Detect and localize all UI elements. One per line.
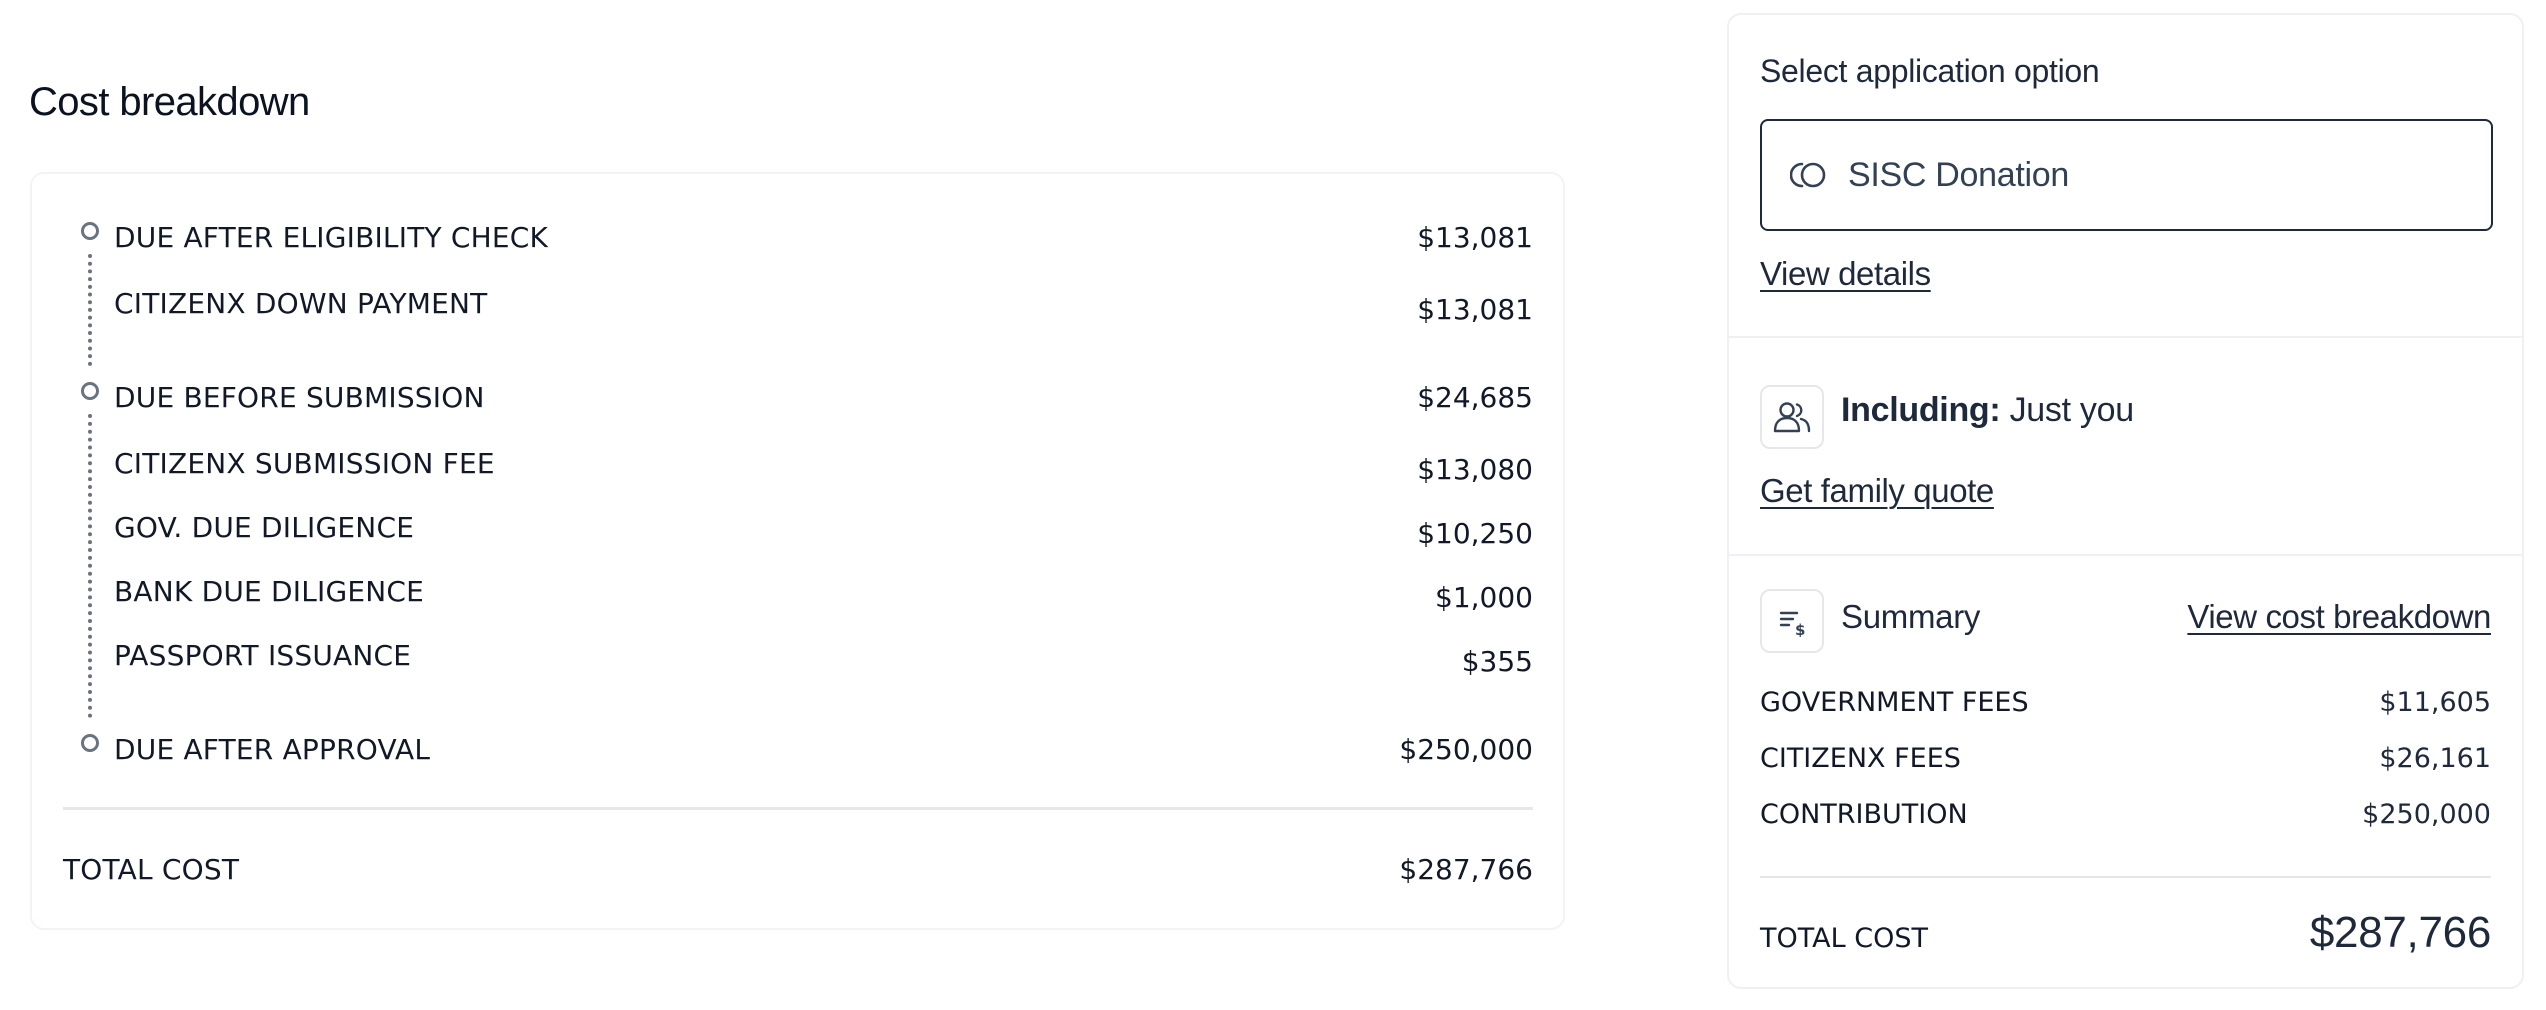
summary-total-value: $287,766 [2309, 908, 2491, 957]
timeline-connector [88, 254, 92, 366]
group-value: $13,081 [1417, 221, 1533, 254]
summary-row-label: CITIZENX FEES [1760, 743, 1961, 774]
summary-row-value: $11,605 [2379, 687, 2491, 718]
line-item-label: CITIZENX SUBMISSION FEE [114, 447, 495, 480]
select-option-title: Select application option [1760, 53, 2100, 89]
group-label: DUE AFTER APPROVAL [114, 733, 431, 766]
line-item-value: $13,081 [1417, 293, 1533, 326]
timeline-node [81, 734, 99, 752]
summary-row-label: CONTRIBUTION [1760, 799, 1968, 830]
timeline-connector [88, 414, 92, 718]
divider [1760, 876, 2491, 878]
summary-row-value: $250,000 [2362, 799, 2491, 830]
summary-title: Summary [1841, 598, 1981, 635]
line-item-label: GOV. DUE DILIGENCE [114, 511, 415, 544]
line-item-label: PASSPORT ISSUANCE [114, 639, 412, 672]
application-option-select[interactable]: SISC Donation [1760, 119, 2493, 231]
including-text: Including: Just you [1841, 391, 2134, 430]
including-label: Including: [1841, 391, 2001, 429]
line-item-label: CITIZENX DOWN PAYMENT [114, 287, 488, 320]
divider [63, 807, 1533, 810]
line-item-value: $1,000 [1435, 581, 1533, 614]
divider [1729, 336, 2522, 338]
line-item-value: $10,250 [1417, 517, 1533, 550]
total-cost-value: $287,766 [1399, 853, 1533, 886]
coins-icon [1790, 162, 1826, 188]
line-item-value: $355 [1461, 645, 1533, 678]
view-details-link[interactable]: View details [1760, 255, 1931, 293]
total-cost-label: TOTAL COST [63, 853, 240, 886]
line-item-label: BANK DUE DILIGENCE [114, 575, 425, 608]
receipt-dollar-icon: $ [1779, 611, 1805, 637]
timeline-node [81, 222, 99, 240]
users-icon-tile [1760, 385, 1824, 449]
timeline-node [81, 382, 99, 400]
application-summary-panel: Select application option SISC Donation … [1727, 13, 2524, 989]
including-value: Just you [2009, 391, 2135, 429]
group-value: $250,000 [1399, 733, 1533, 766]
users-icon [1773, 402, 1811, 433]
cost-breakdown-card: DUE AFTER ELIGIBILITY CHECK $13,081 CITI… [30, 172, 1565, 930]
summary-row-label: GOVERNMENT FEES [1760, 687, 2029, 718]
view-cost-breakdown-link[interactable]: View cost breakdown [2187, 598, 2491, 636]
divider [1729, 554, 2522, 556]
summary-icon-tile: $ [1760, 589, 1824, 653]
group-label: DUE AFTER ELIGIBILITY CHECK [114, 221, 549, 254]
summary-row-value: $26,161 [2379, 743, 2491, 774]
summary-total-label: TOTAL COST [1760, 923, 1928, 954]
get-family-quote-link[interactable]: Get family quote [1760, 472, 1994, 510]
selected-option-label: SISC Donation [1848, 155, 2070, 194]
group-label: DUE BEFORE SUBMISSION [114, 381, 485, 414]
line-item-value: $13,080 [1417, 453, 1533, 486]
timeline: DUE AFTER ELIGIBILITY CHECK $13,081 CITI… [32, 174, 1563, 928]
svg-text:$: $ [1795, 621, 1805, 637]
group-value: $24,685 [1417, 381, 1533, 414]
cost-breakdown-title: Cost breakdown [29, 80, 310, 124]
